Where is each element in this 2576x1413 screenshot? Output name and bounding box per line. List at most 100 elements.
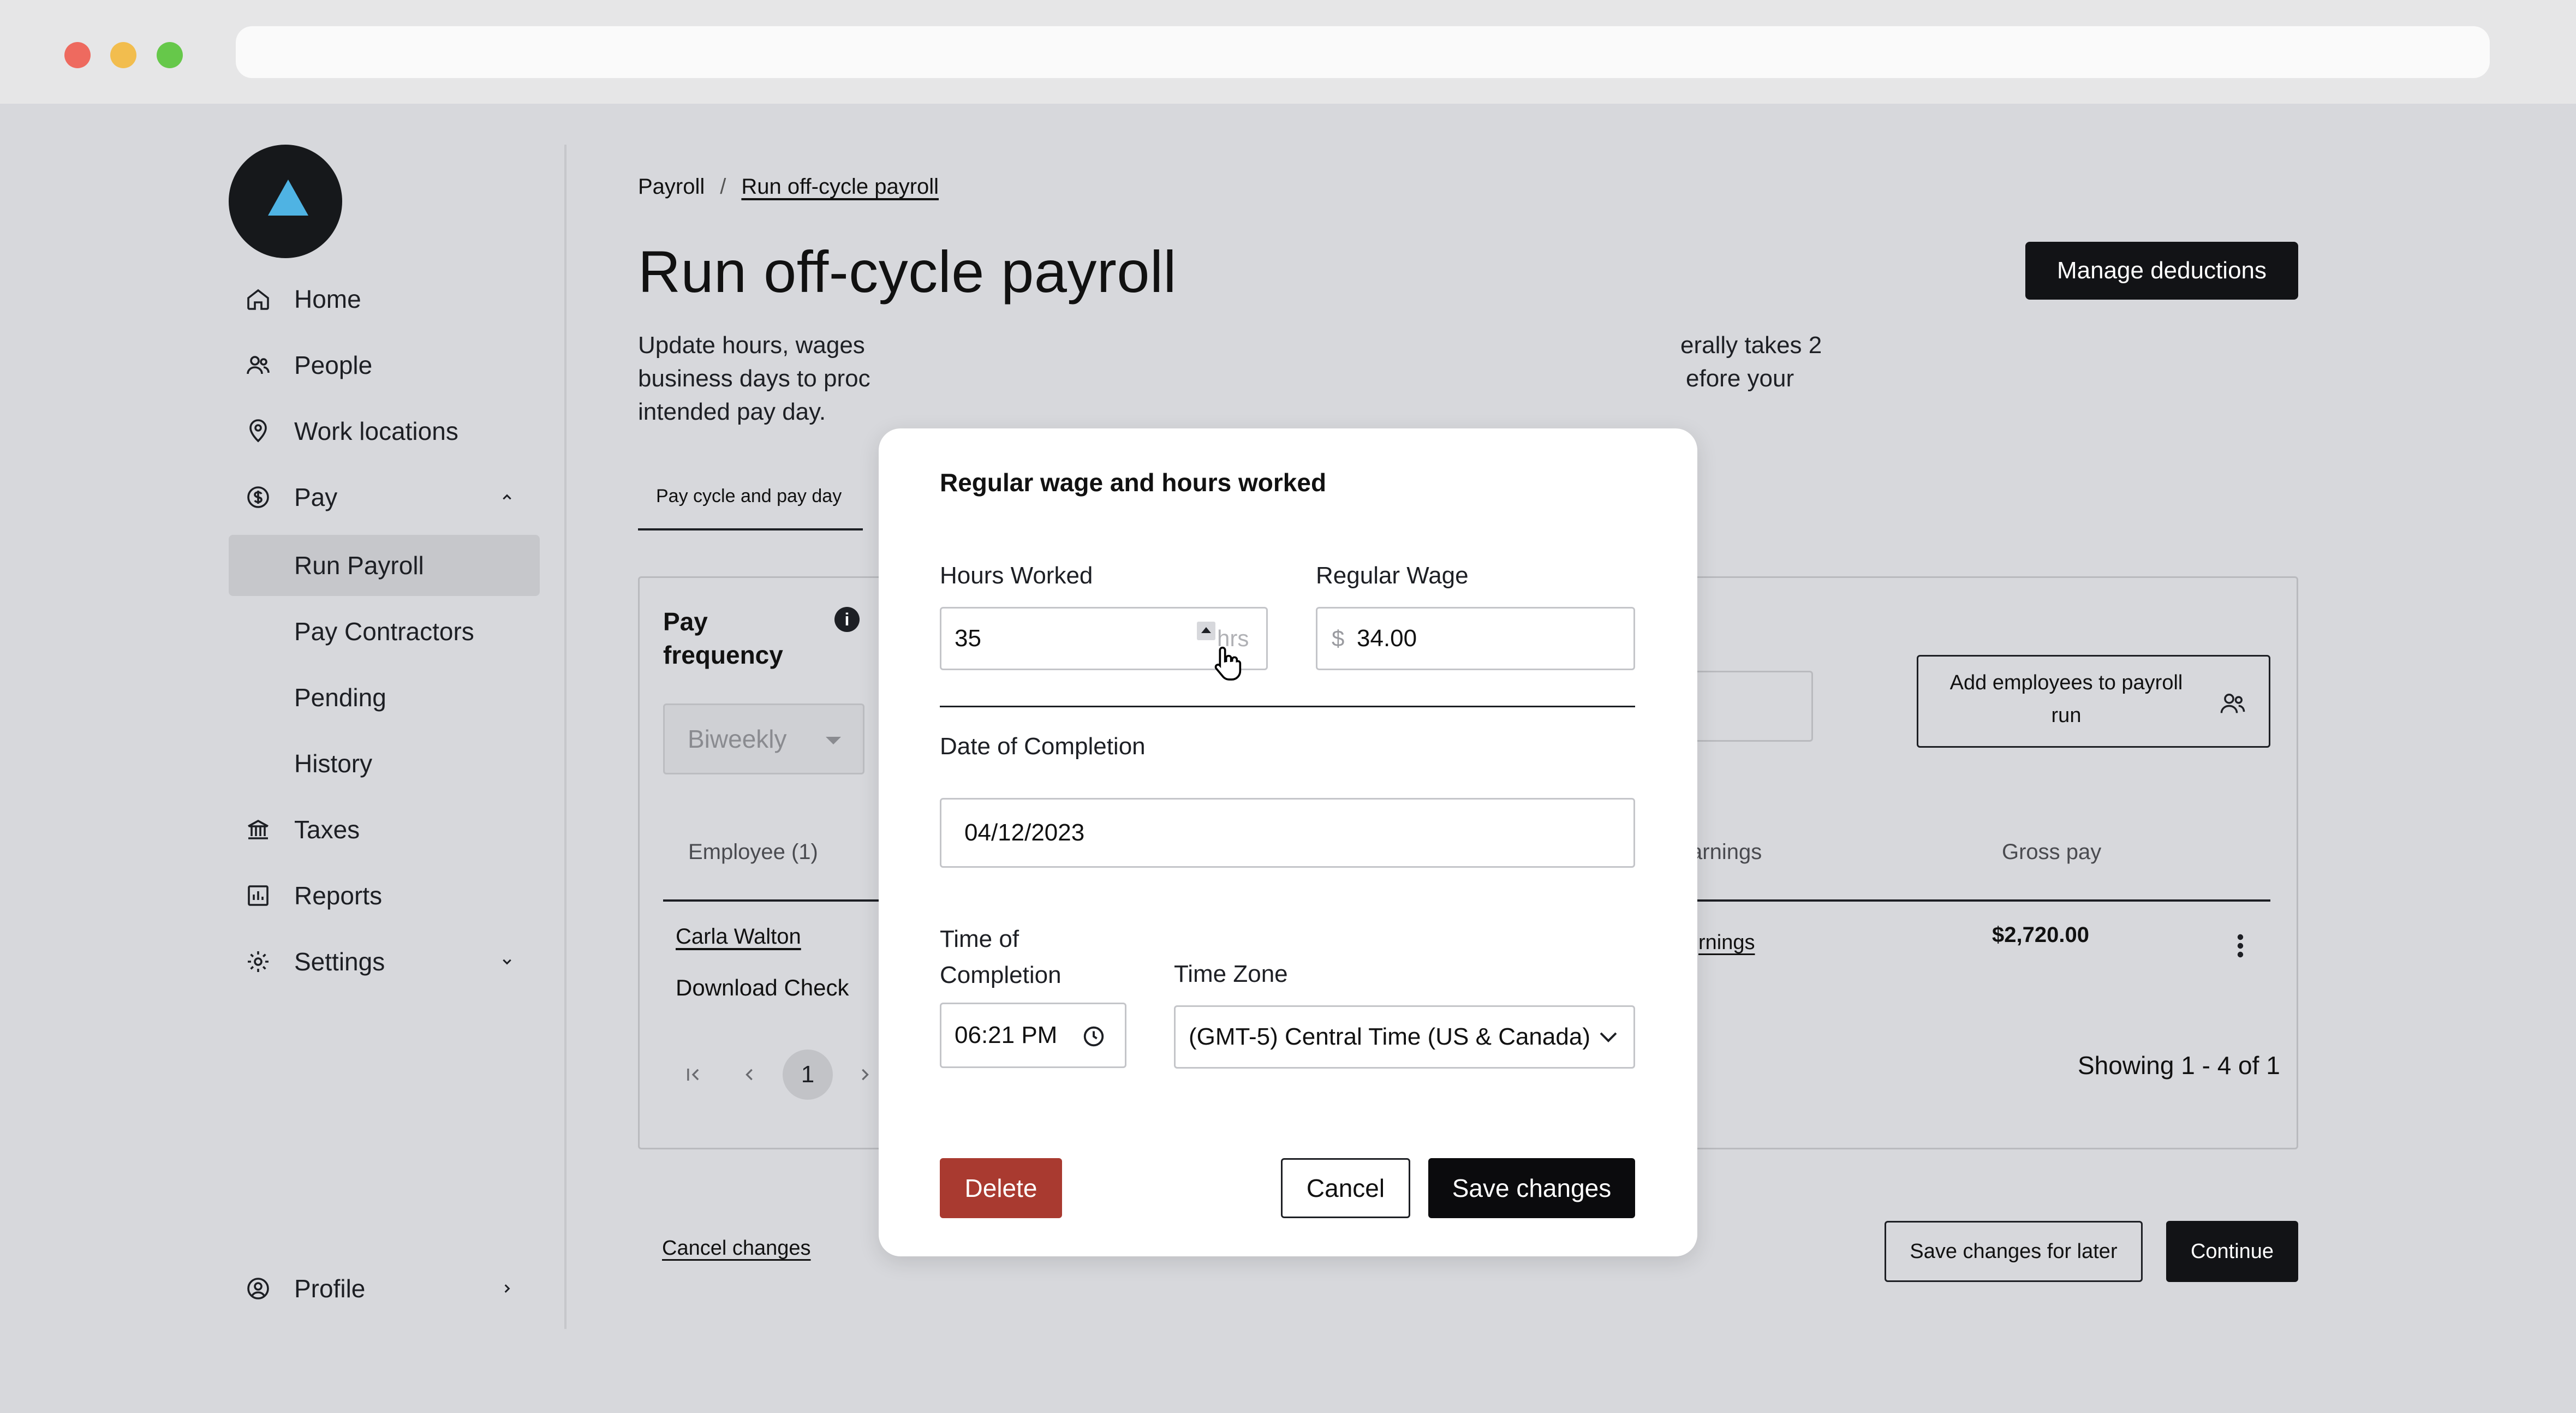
regular-wage-label: Regular Wage [1316,562,1469,589]
window-minimize-button[interactable] [110,42,136,68]
sidebar-item-label: Work locations [294,417,458,445]
hours-worked-label: Hours Worked [940,562,1093,589]
chevron-up-icon[interactable] [496,486,518,508]
modal-divider [940,706,1635,707]
sidebar-item-history[interactable]: History [229,733,540,794]
gear-icon [248,951,269,972]
sidebar: Home People Work locations Pay Run Payro… [0,104,565,1413]
sidebar-item-label: Pay [294,483,338,511]
time-of-completion-label: Time of Completion [940,921,1062,993]
time-label-line-2: Completion [940,962,1062,988]
column-header-employee: Employee (1) [688,840,818,864]
address-bar[interactable] [236,26,2490,78]
sidebar-item-pending[interactable]: Pending [229,667,540,728]
sidebar-item-label: Home [294,285,361,313]
cancel-button[interactable]: Cancel [1281,1158,1410,1218]
desc-left-3: intended pay day. [638,398,826,425]
chevron-down-icon[interactable] [496,951,518,973]
date-of-completion-value: 04/12/2023 [964,819,1085,846]
save-changes-button[interactable]: Save changes [1428,1158,1635,1218]
sidebar-item-work-locations[interactable]: Work locations [229,401,540,462]
sidebar-item-pay[interactable]: Pay [229,467,540,528]
breadcrumb-current[interactable]: Run off-cycle payroll [741,175,939,199]
sidebar-item-label: Profile [294,1274,366,1303]
time-of-completion-input[interactable]: 06:21 PM [940,1003,1126,1068]
hours-worked-value: 35 [955,625,981,652]
desc-left-2: business days to proc [638,365,870,392]
time-zone-value: (GMT-5) Central Time (US & Canada) [1189,1023,1590,1050]
page-title: Run off-cycle payroll [638,239,1177,305]
sidebar-item-settings[interactable]: Settings [229,931,540,992]
sidebar-item-label: People [294,351,373,379]
breadcrumb: Payroll / Run off-cycle payroll [638,175,939,199]
download-check-link[interactable]: Download Check [676,975,849,1001]
home-icon [247,289,269,310]
regular-wage-input[interactable]: $ 34.00 [1316,607,1635,670]
sidebar-item-label: Run Payroll [294,551,424,580]
location-pin-icon [249,419,267,443]
add-employees-button[interactable]: Add employees to payroll run [1917,655,2270,748]
people-icon [247,356,270,374]
bank-icon [248,819,269,839]
sidebar-item-reports[interactable]: Reports [229,865,540,926]
more-options-icon[interactable] [2237,934,2244,958]
desc-right-1: erally takes 2 [1680,332,1822,359]
page-number-button[interactable]: 1 [783,1050,833,1100]
employee-name-link[interactable]: Carla Walton [676,925,801,949]
cancel-changes-link[interactable]: Cancel changes [662,1237,811,1260]
sidebar-item-home[interactable]: Home [229,269,540,330]
increment-stepper-icon[interactable] [1197,622,1215,640]
earnings-link[interactable]: rnings [1698,931,1755,955]
caret-down-icon [826,737,841,744]
breadcrumb-payroll[interactable]: Payroll [638,175,705,199]
save-for-later-button[interactable]: Save changes for later [1885,1221,2143,1282]
sidebar-item-run-payroll[interactable]: Run Payroll [229,535,540,596]
continue-button[interactable]: Continue [2166,1221,2298,1282]
sidebar-item-taxes[interactable]: Taxes [229,799,540,860]
people-icon [2220,694,2245,713]
next-page-icon[interactable] [852,1063,876,1087]
app: Home People Work locations Pay Run Payro… [0,104,2576,1413]
delete-button[interactable]: Delete [940,1158,1062,1218]
currency-prefix: $ [1332,625,1345,651]
sidebar-item-profile[interactable]: Profile [229,1258,540,1319]
tab-pay-cycle[interactable]: Pay cycle and pay day [638,486,863,530]
sidebar-item-pay-contractors[interactable]: Pay Contractors [229,601,540,662]
regular-wage-value: 34.00 [1357,625,1417,652]
app-logo[interactable] [229,145,342,258]
sidebar-item-label: Pay Contractors [294,617,474,646]
modal-title: Regular wage and hours worked [940,468,1327,497]
info-icon[interactable]: i [834,607,860,632]
profile-icon [247,1278,269,1299]
manage-deductions-button[interactable]: Manage deductions [2025,242,2298,300]
window-maximize-button[interactable] [157,42,183,68]
logo-triangle-icon [268,180,308,216]
window-close-button[interactable] [64,42,91,68]
sidebar-item-people[interactable]: People [229,335,540,396]
dollar-circle-icon [247,486,269,508]
pay-frequency-label: Pay frequency [663,607,783,669]
browser-chrome [0,0,2576,104]
add-employees-label: Add employees to payroll run [1949,671,2183,727]
column-header-earnings: arnings [1690,840,1762,864]
time-label-line-1: Time of [940,926,1019,952]
sidebar-item-label: Pending [294,683,386,712]
clock-icon[interactable] [1081,1024,1106,1049]
pay-frequency-select[interactable]: Biweekly [663,703,864,774]
hours-worked-input[interactable]: 35 hrs [940,607,1268,681]
breadcrumb-separator: / [720,175,726,199]
chevron-right-icon[interactable] [496,1278,518,1299]
pagination-summary: Showing 1 - 4 of 1 [2078,1051,2280,1080]
column-header-gross-pay: Gross pay [2002,840,2102,864]
chevron-down-icon [1600,1032,1617,1042]
date-of-completion-label: Date of Completion [940,733,1146,760]
hand-cursor-icon [1214,646,1242,681]
gross-pay-value: $2,720.00 [1992,923,2089,947]
first-page-icon[interactable] [681,1063,705,1087]
time-zone-label: Time Zone [1174,961,1288,987]
time-zone-select[interactable]: (GMT-5) Central Time (US & Canada) [1174,1005,1635,1069]
date-of-completion-input[interactable]: 04/12/2023 [940,798,1635,868]
sidebar-item-label: Taxes [294,815,360,844]
previous-page-icon[interactable] [738,1063,762,1087]
pay-frequency-value: Biweekly [688,725,787,753]
